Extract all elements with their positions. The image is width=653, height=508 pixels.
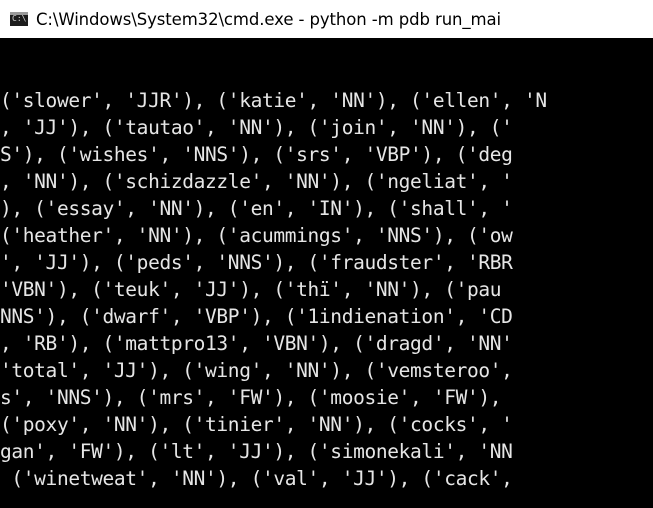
console-line: , 'JJ'), ('tautao', 'NN'), ('join', 'NN'…: [0, 116, 513, 139]
console-line: ('heather', 'NN'), ('acummings', 'NNS'),…: [0, 224, 513, 247]
cmd-icon[interactable]: C:\: [10, 12, 28, 26]
console-line: 'total', 'JJ'), ('wing', 'NN'), ('vemste…: [0, 359, 513, 382]
console-line: 'VBN'), ('teuk', 'JJ'), ('thï', 'NN'), (…: [0, 278, 502, 301]
console-line: , 'RB'), ('mattpro13', 'VBN'), ('dragd',…: [0, 332, 513, 355]
console-line: ('poxy', 'NN'), ('tinier', 'NN'), ('cock…: [0, 413, 513, 436]
console-line: s', 'NNS'), ('mrs', 'FW'), ('moosie', 'F…: [0, 386, 502, 409]
console-line: ('winetweat', 'NN'), ('val', 'JJ'), ('ca…: [0, 467, 513, 490]
console-line: ('slower', 'JJR'), ('katie', 'NN'), ('el…: [0, 89, 547, 112]
console-line: gan', 'FW'), ('lt', 'JJ'), ('simonekali'…: [0, 440, 513, 463]
console-line: , 'NN'), ('schizdazzle', 'NN'), ('ngelia…: [0, 170, 513, 193]
console-line: ', 'JJ'), ('peds', 'NNS'), ('fraudster',…: [0, 251, 513, 274]
console-line: ), ('essay', 'NN'), ('en', 'IN'), ('shal…: [0, 197, 513, 220]
title-bar[interactable]: C:\ C:\Windows\System32\cmd.exe - python…: [0, 0, 653, 38]
window-title: C:\Windows\System32\cmd.exe - python -m …: [36, 9, 502, 29]
console-line: S'), ('wishes', 'NNS'), ('srs', 'VBP'), …: [0, 143, 513, 166]
cmd-window: C:\ C:\Windows\System32\cmd.exe - python…: [0, 0, 653, 508]
console-output[interactable]: ('slower', 'JJR'), ('katie', 'NN'), ('el…: [0, 38, 653, 508]
console-line: NNS'), ('dwarf', 'VBP'), ('1indienation'…: [0, 305, 513, 328]
